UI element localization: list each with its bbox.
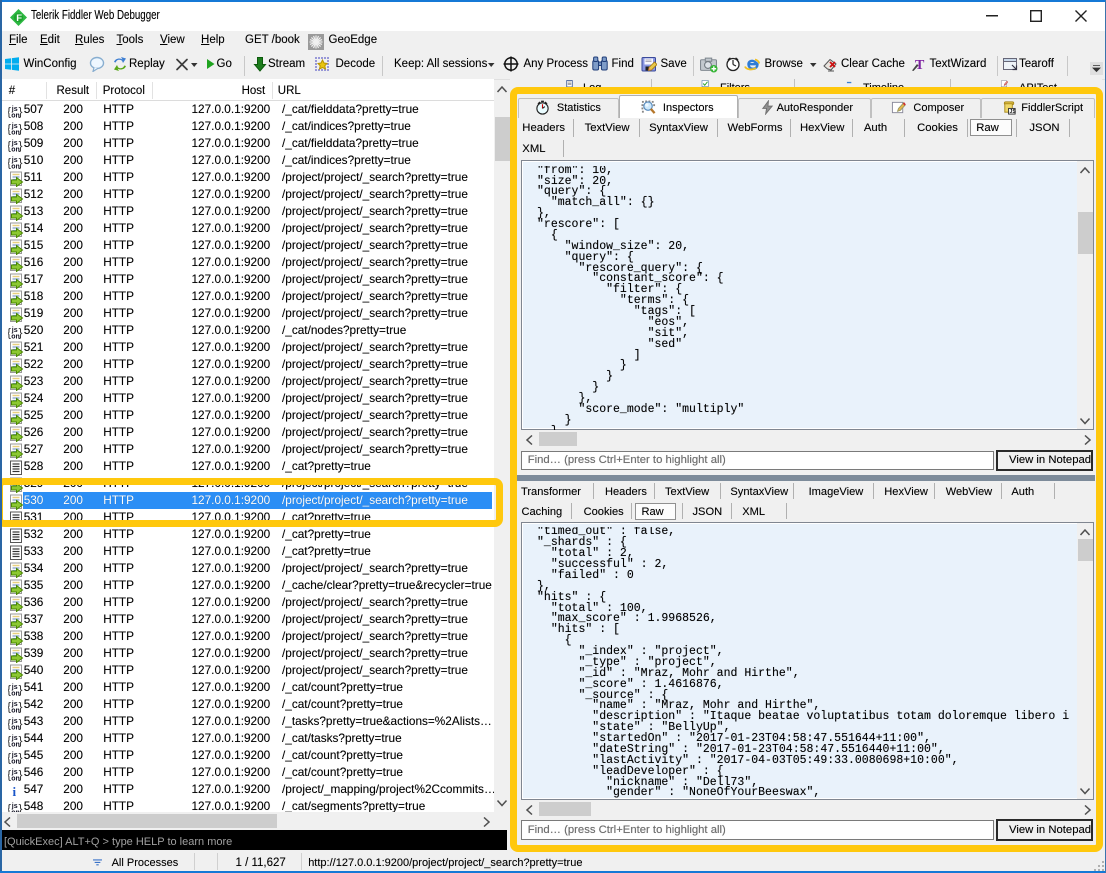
svg-text:on: on — [11, 163, 20, 170]
svg-text:i: i — [12, 784, 16, 799]
svg-text:on: on — [11, 129, 20, 136]
svg-text:on: on — [11, 724, 20, 731]
svg-text:F: F — [16, 13, 22, 24]
svg-text:on: on — [11, 775, 20, 782]
svg-text:on: on — [11, 146, 20, 153]
svg-text:on: on — [11, 333, 20, 340]
svg-text:on: on — [11, 758, 20, 765]
svg-text:on: on — [11, 707, 20, 714]
svg-text:on: on — [11, 690, 20, 697]
svg-text:on: on — [11, 741, 20, 748]
svg-text:on: on — [11, 112, 20, 119]
